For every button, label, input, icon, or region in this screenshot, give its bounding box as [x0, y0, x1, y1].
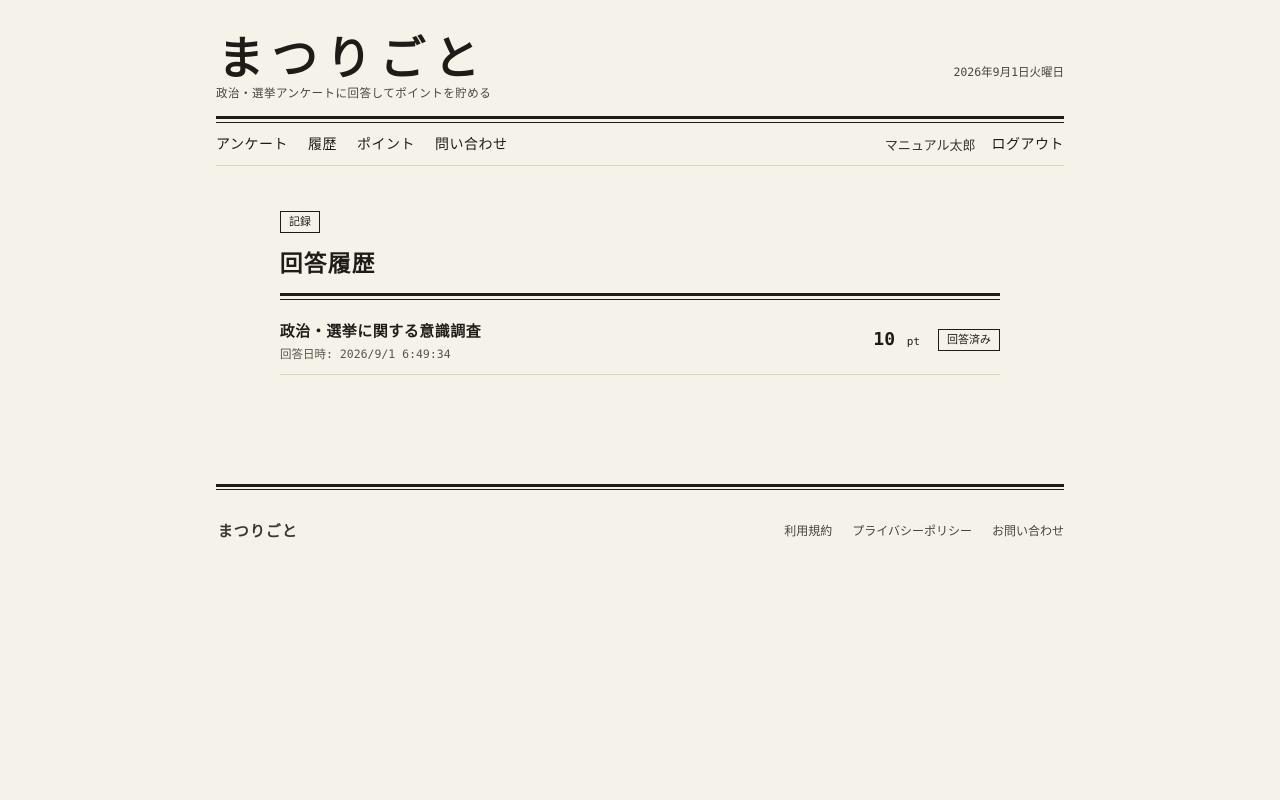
points-earned: 10 pt [873, 329, 920, 350]
nav-item-history[interactable]: 履歴 [308, 134, 337, 154]
main-nav: アンケート 履歴 ポイント 問い合わせ マニュアル太郎 ログアウト [216, 123, 1064, 166]
site-logo-title[interactable]: まつりごと [218, 30, 488, 86]
site-tagline: 政治・選挙アンケートに回答してポイントを貯める [216, 86, 492, 100]
nav-primary-links: アンケート 履歴 ポイント 問い合わせ [216, 134, 527, 154]
section-badge: 記録 [280, 211, 320, 233]
nav-item-points[interactable]: ポイント [357, 134, 415, 154]
header-date: 2026年9月1日火曜日 [953, 65, 1064, 79]
user-name: マニュアル太郎 [884, 137, 976, 153]
points-unit: pt [906, 335, 920, 348]
survey-title: 政治・選挙に関する意識調査 [280, 322, 482, 340]
title-divider [280, 293, 1000, 300]
footer-brand[interactable]: まつりごと [218, 520, 298, 541]
header-divider [216, 116, 1064, 123]
nav-user-area: マニュアル太郎 ログアウト [885, 134, 1064, 154]
points-value: 10 [873, 329, 896, 350]
page-title: 回答履歴 [280, 250, 376, 277]
site-footer: まつりごと 利用規約 プライバシーポリシー お問い合わせ [216, 484, 1064, 540]
site-header: まつりごと 政治・選挙アンケートに回答してポイントを貯める 2026年9月1日火… [216, 0, 1064, 116]
status-badge: 回答済み [938, 329, 1000, 351]
nav-item-contact[interactable]: 問い合わせ [435, 134, 508, 154]
history-row: 政治・選挙に関する意識調査 回答日時: 2026/9/1 6:49:34 10 … [280, 300, 1000, 375]
logout-link[interactable]: ログアウト [992, 134, 1065, 154]
main-content: 記録 回答履歴 政治・選挙に関する意識調査 回答日時: 2026/9/1 6:4… [280, 166, 1000, 375]
footer-link-privacy[interactable]: プライバシーポリシー [852, 522, 972, 539]
footer-link-contact[interactable]: お問い合わせ [992, 522, 1064, 539]
page-container: まつりごと 政治・選挙アンケートに回答してポイントを貯める 2026年9月1日火… [216, 0, 1064, 375]
answered-at: 回答日時: 2026/9/1 6:49:34 [280, 347, 451, 361]
footer-links: 利用規約 プライバシーポリシー お問い合わせ [764, 522, 1064, 539]
footer-link-terms[interactable]: 利用規約 [784, 522, 832, 539]
nav-item-survey[interactable]: アンケート [216, 134, 288, 154]
footer-inner: まつりごと 利用規約 プライバシーポリシー お問い合わせ [216, 490, 1064, 540]
